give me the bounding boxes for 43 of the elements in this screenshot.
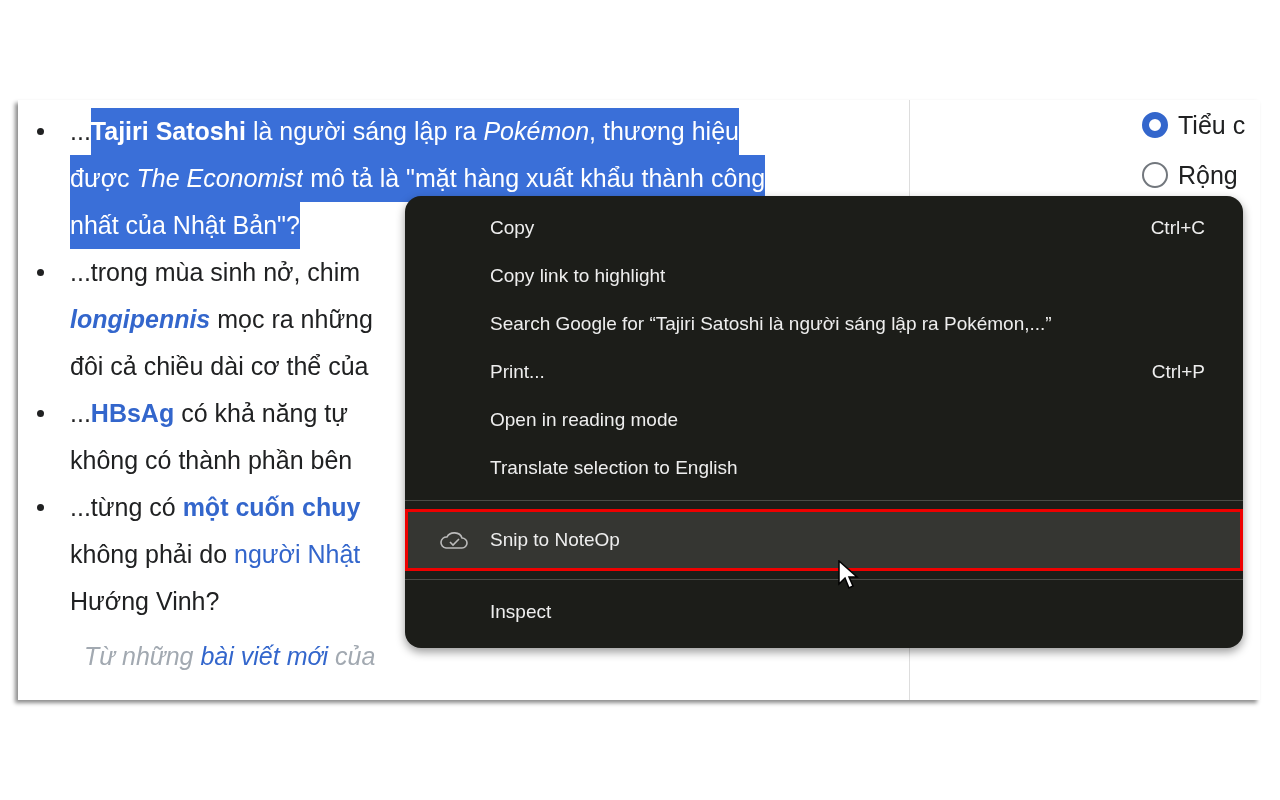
list-item-text: không có thành phần bên (70, 445, 353, 476)
link[interactable]: bài viết mới (200, 633, 329, 680)
menu-item[interactable]: Search Google for “Tajiri Satoshi là người sáng lập ra Pokémon,...” (405, 300, 1243, 348)
list-item-text: mọc ra những (216, 304, 373, 335)
menu-item[interactable]: Translate selection to English (405, 444, 1243, 492)
list-item-text: mô tả là "mặt hàng xuất khẩu thành công (303, 155, 766, 202)
bullet-icon (37, 504, 44, 511)
list-item-text: The Economist (136, 155, 304, 202)
menu-item[interactable]: Open in reading mode (405, 396, 1243, 444)
list-item-text: được (70, 155, 137, 202)
list-item-text: ... (70, 116, 91, 147)
footer-text: của (334, 641, 376, 672)
link[interactable]: HBsAg (90, 390, 175, 437)
list-item-text: Tajiri Satoshi (90, 108, 246, 155)
radio-button[interactable] (1142, 112, 1168, 138)
bullet-icon (37, 269, 44, 276)
list-item-text: ... (70, 398, 91, 429)
footer-text: Từ những (84, 641, 195, 672)
bullet-icon (37, 410, 44, 417)
link[interactable]: một cuốn chuy (182, 484, 361, 531)
menu-item[interactable]: Copy link to highlight (405, 252, 1243, 300)
radio-button[interactable] (1142, 162, 1168, 188)
list-item-text: ...từng có (70, 492, 177, 523)
mouse-cursor-icon (838, 560, 860, 592)
list-item-text: nhất của Nhật Bản"? (70, 202, 300, 249)
list-item-text: ...trong mùa sinh nở, chim (70, 257, 361, 288)
menu-item[interactable]: Copy Ctrl+C (405, 204, 1243, 252)
radio-label: Tiểu c (1178, 110, 1246, 140)
menu-item[interactable]: Inspect (405, 588, 1243, 636)
menu-item[interactable]: Snip to NoteOp (405, 509, 1243, 571)
radio-label: Rộng (1178, 160, 1238, 190)
menu-item[interactable]: Print... Ctrl+P (405, 348, 1243, 396)
list-item-text: , thương hiệu (589, 108, 739, 155)
list-item-text: là người sáng lập ra (246, 108, 484, 155)
list-item-text: Pokémon (483, 108, 590, 155)
cloud-check-icon (439, 530, 469, 550)
list-item-text: có khả năng tự (180, 398, 348, 429)
link[interactable]: người Nhật (234, 531, 361, 578)
list-item-text: đôi cả chiều dài cơ thể của (70, 351, 369, 382)
list-item-text: không phải do (70, 539, 229, 570)
link[interactable]: longipennis (70, 296, 211, 343)
list-item-text: Hướng Vinh? (70, 586, 220, 617)
bullet-icon (37, 128, 44, 135)
